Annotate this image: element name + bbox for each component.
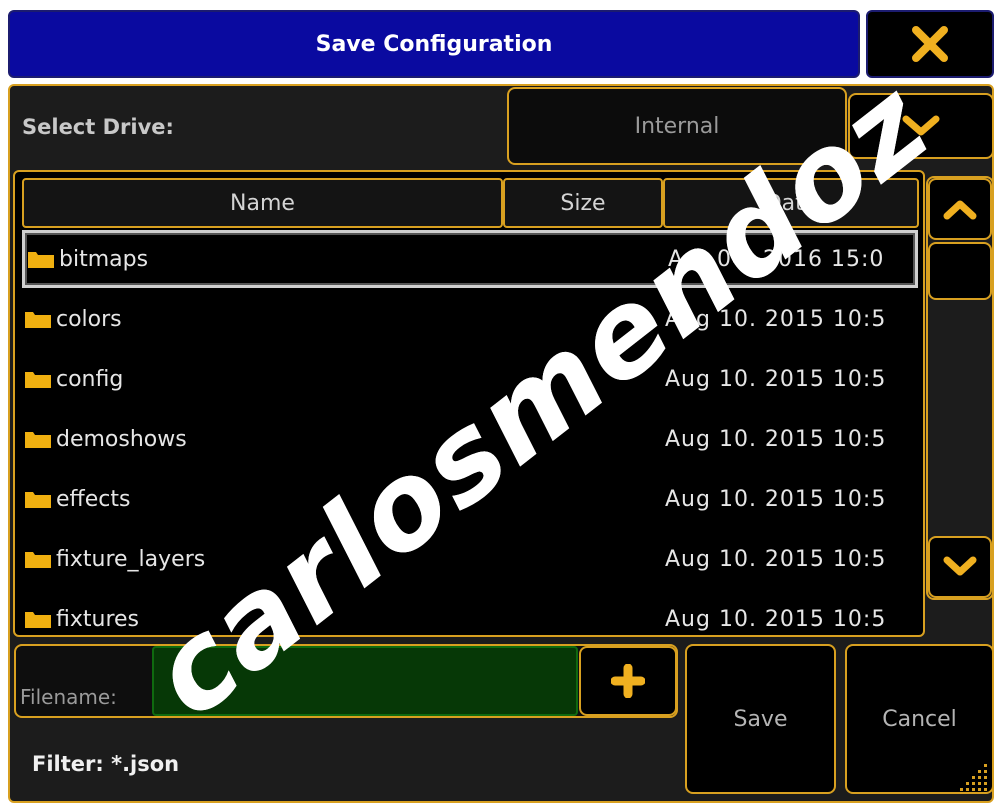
file-date: Aug 10. 2015 10:5 <box>665 606 887 632</box>
column-header-name[interactable]: Name <box>22 178 503 228</box>
chevron-up-icon <box>943 200 977 220</box>
folder-icon <box>25 492 51 508</box>
filter-text: Filter: *.json <box>32 752 180 776</box>
cancel-button-label: Cancel <box>882 706 957 732</box>
select-drive-label: Select Drive: <box>22 115 174 139</box>
save-button[interactable]: Save <box>685 644 836 794</box>
file-date: Apr 04. 2016 15:0 <box>668 246 885 272</box>
dialog-title: Save Configuration <box>315 31 553 57</box>
column-header-name-label: Name <box>230 190 295 216</box>
folder-icon <box>25 372 51 388</box>
drive-dropdown-button[interactable] <box>848 93 994 159</box>
file-rows: bitmaps Apr 04. 2016 15:0 colors Aug 10.… <box>22 230 918 635</box>
file-name: fixture_layers <box>56 546 206 572</box>
file-name: colors <box>56 306 122 332</box>
folder-icon <box>25 432 51 448</box>
folder-icon <box>25 552 51 568</box>
file-name: effects <box>56 486 131 512</box>
chevron-down-icon <box>902 115 940 136</box>
file-name: demoshows <box>56 426 187 452</box>
file-name: bitmaps <box>59 246 149 272</box>
file-date: Aug 10. 2015 10:5 <box>665 486 887 512</box>
file-date: Aug 10. 2015 10:5 <box>665 546 887 572</box>
file-date: Aug 10. 2015 10:5 <box>665 366 887 392</box>
save-configuration-dialog: Save Configuration Select Drive: Interna… <box>0 0 994 803</box>
dialog-title-bar: Save Configuration <box>8 10 860 78</box>
file-date: Aug 10. 2015 10:5 <box>665 306 887 332</box>
column-header-date-label: Date <box>764 190 818 216</box>
filename-input[interactable] <box>152 646 578 716</box>
table-row[interactable]: fixtures Aug 10. 2015 10:5 <box>22 590 918 635</box>
file-name: config <box>56 366 124 392</box>
table-row[interactable]: config Aug 10. 2015 10:5 <box>22 350 918 408</box>
save-button-label: Save <box>733 706 788 732</box>
folder-icon <box>25 312 51 328</box>
add-button[interactable] <box>579 646 677 716</box>
folder-icon <box>25 612 51 628</box>
filename-label: Filename: <box>20 685 117 709</box>
chevron-down-icon <box>943 556 977 576</box>
close-button[interactable] <box>866 10 994 78</box>
resize-grip-icon[interactable] <box>960 760 990 794</box>
plus-icon <box>611 664 645 698</box>
column-header-size-label: Size <box>560 190 606 216</box>
file-date: Aug 10. 2015 10:5 <box>665 426 887 452</box>
drive-select[interactable]: Internal <box>507 87 847 165</box>
scroll-up-button[interactable] <box>928 178 992 240</box>
table-row[interactable]: effects Aug 10. 2015 10:5 <box>22 470 918 528</box>
folder-icon <box>28 252 54 268</box>
file-list-header: Name Size Date <box>22 178 919 228</box>
table-row[interactable]: colors Aug 10. 2015 10:5 <box>22 290 918 348</box>
table-row[interactable]: bitmaps Apr 04. 2016 15:0 <box>22 230 918 288</box>
table-row[interactable]: demoshows Aug 10. 2015 10:5 <box>22 410 918 468</box>
scrollbar-thumb[interactable] <box>928 242 992 300</box>
close-x-icon <box>912 26 948 62</box>
scroll-down-button[interactable] <box>928 536 992 598</box>
column-header-size[interactable]: Size <box>503 178 663 228</box>
table-row[interactable]: fixture_layers Aug 10. 2015 10:5 <box>22 530 918 588</box>
column-header-date[interactable]: Date <box>663 178 919 228</box>
file-name: fixtures <box>56 606 140 632</box>
drive-selected-value: Internal <box>634 113 720 139</box>
